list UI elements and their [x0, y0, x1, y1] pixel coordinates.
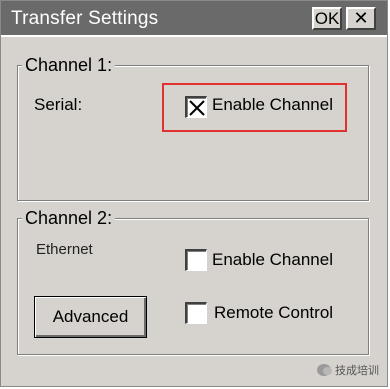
title-bar: Transfer Settings OK ✕ [1, 1, 387, 37]
channel-2-enable-label[interactable]: Enable Channel [212, 250, 333, 270]
wechat-icon [317, 364, 332, 376]
channel-1-enable-label[interactable]: Enable Channel [212, 95, 333, 115]
window-title: Transfer Settings [11, 8, 159, 29]
ok-button[interactable]: OK [312, 7, 342, 30]
watermark-text: 技成培训 [335, 365, 379, 377]
transfer-settings-dialog: Transfer Settings OK ✕ Channel 1: Serial… [0, 0, 388, 387]
watermark: 技成培训 [317, 362, 379, 378]
remote-control-label[interactable]: Remote Control [214, 303, 333, 323]
serial-label: Serial: [34, 95, 83, 114]
channel-1-legend: Channel 1: [22, 54, 116, 76]
close-button[interactable]: ✕ [346, 7, 376, 30]
checkmark-x-icon [189, 100, 205, 116]
remote-control-checkbox[interactable] [185, 302, 207, 324]
advanced-button[interactable]: Advanced [34, 296, 147, 338]
ethernet-label: Ethernet [36, 241, 93, 258]
channel-1-enable-checkbox[interactable] [185, 96, 207, 118]
channel-2-legend: Channel 2: [22, 207, 116, 229]
channel-2-enable-checkbox[interactable] [185, 249, 207, 271]
